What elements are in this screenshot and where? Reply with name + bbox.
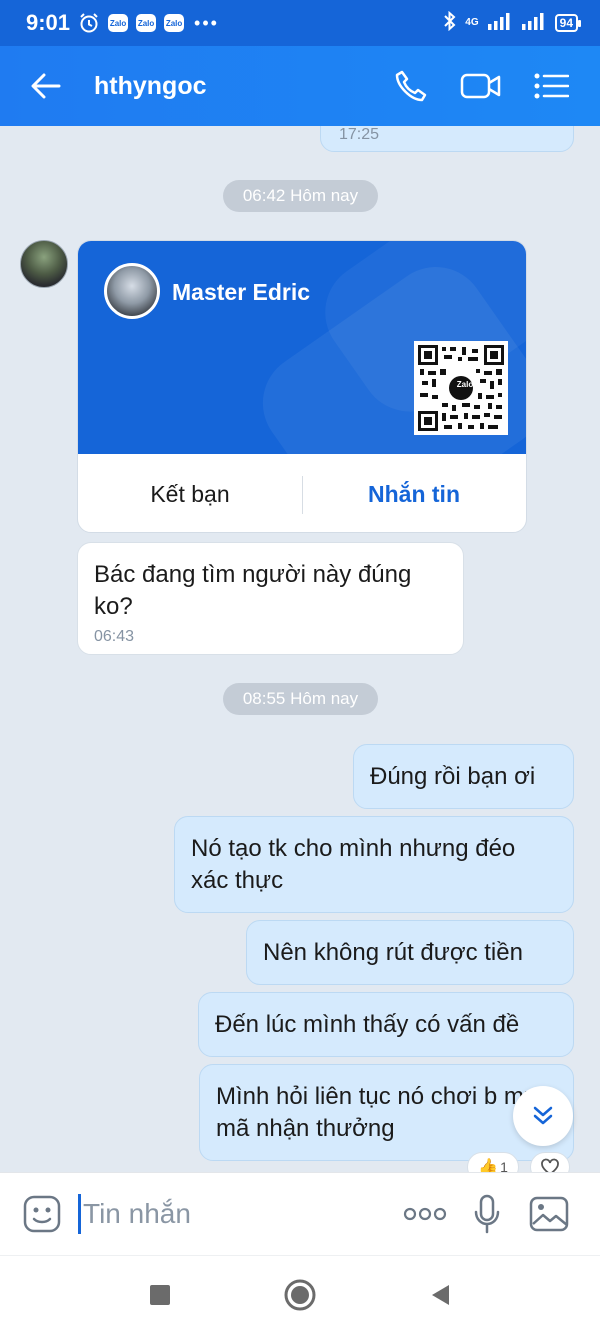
message-text: Đúng rồi bạn ơi [370,763,536,790]
zalo-notification-icon: Zalo [136,14,157,32]
status-bar: 9:01 Zalo Zalo Zalo ••• 4G 94 [0,0,600,46]
image-icon [529,1196,569,1232]
back-arrow-icon [31,73,61,99]
message-time: 06:43 [94,628,135,645]
sticker-icon [23,1195,61,1233]
photo-button[interactable] [518,1184,580,1244]
emoji-button[interactable] [22,1194,62,1234]
message-text: Bác đang tìm người này đúng ko? [94,561,412,620]
card-contact-name: Master Edric [172,279,311,305]
react-button[interactable] [530,1152,570,1172]
contact-card[interactable]: Master Edric Zalo Kết bạn Nhắn tin [77,240,527,533]
heart-icon [541,1158,559,1172]
microphone-icon [474,1194,500,1234]
recent-apps-button[interactable] [90,1256,230,1333]
date-separator: 08:55 Hôm nay [223,683,378,715]
qr-logo: Zalo [456,380,474,389]
signal-icon [487,12,513,35]
reaction-badge[interactable]: 👍 1 [467,1152,519,1172]
phone-icon [395,70,427,102]
signal-icon [521,12,547,35]
incoming-message[interactable]: Bác đang tìm người này đúng ko? 06:43 [77,542,464,655]
menu-icon [534,73,569,99]
system-navigation-bar [0,1255,600,1333]
card-actions: Kết bạn Nhắn tin [78,454,526,532]
text-cursor [78,1194,81,1234]
contact-name[interactable]: hthyngoc [94,72,207,101]
input-actions [394,1184,580,1244]
thumbs-up-icon: 👍 [478,1159,499,1172]
status-right: 4G 94 [443,10,582,36]
message-text: Nó tạo tk cho mình nhưng đéo xác thực [191,835,516,894]
voice-message-button[interactable] [456,1184,518,1244]
message-text: Mình hỏi liên tục nó chơi b mua mã nhận … [216,1083,551,1142]
square-icon [150,1284,170,1305]
double-chevron-down-icon [533,1106,553,1125]
more-notifications-icon: ••• [194,12,219,33]
message-input-bar: Tin nhắn [0,1172,600,1255]
outgoing-message[interactable]: Nó tạo tk cho mình nhưng đéo xác thực [174,816,574,913]
alarm-icon [78,12,100,34]
call-button[interactable] [376,46,446,126]
back-nav-button[interactable] [370,1256,510,1333]
menu-button[interactable] [516,46,586,126]
message-placeholder: Tin nhắn [83,1198,191,1229]
date-separator: 06:42 Hôm nay [223,180,378,212]
qr-code[interactable]: Zalo [414,341,508,435]
home-circle-icon [284,1279,316,1310]
contact-card-header: Master Edric Zalo [78,241,526,454]
network-type: 4G [465,17,479,28]
more-options-button[interactable] [394,1184,456,1244]
outgoing-message[interactable]: Đến lúc mình thấy có vấn đề [198,992,574,1057]
reaction-count: 1 [500,1159,508,1172]
chat-area[interactable]: 17:25 06:42 Hôm nay Master Edric Zalo Kế… [0,126,600,1172]
message-input[interactable]: Tin nhắn [78,1192,191,1236]
message-time: 17:25 [339,126,380,143]
outgoing-message[interactable]: Nên không rút được tiền [246,920,574,985]
zalo-notification-icon: Zalo [164,14,185,32]
divider [302,476,303,514]
home-button[interactable] [230,1256,370,1333]
card-avatar [104,263,160,319]
sender-avatar[interactable] [20,240,68,288]
battery-icon: 94 [554,14,582,32]
chat-header: hthyngoc [0,46,600,126]
outgoing-message[interactable]: Đúng rồi bạn ơi [353,744,574,809]
status-time: 9:01 [26,10,71,35]
message-text: Đến lúc mình thấy có vấn đề [215,1011,520,1038]
video-call-button[interactable] [446,46,516,126]
zalo-notification-icon: Zalo [108,14,129,32]
previous-message[interactable]: 17:25 [320,126,574,152]
bluetooth-icon [443,10,457,36]
scroll-to-bottom-button[interactable] [513,1086,573,1146]
header-actions [376,46,586,126]
back-button[interactable] [16,46,76,126]
message-text: Nên không rút được tiền [263,939,523,966]
video-call-icon [460,73,501,99]
add-friend-button[interactable]: Kết bạn [78,481,302,508]
triangle-back-icon [432,1284,449,1305]
send-message-button[interactable]: Nhắn tin [302,481,526,508]
more-dots-icon [403,1207,447,1221]
